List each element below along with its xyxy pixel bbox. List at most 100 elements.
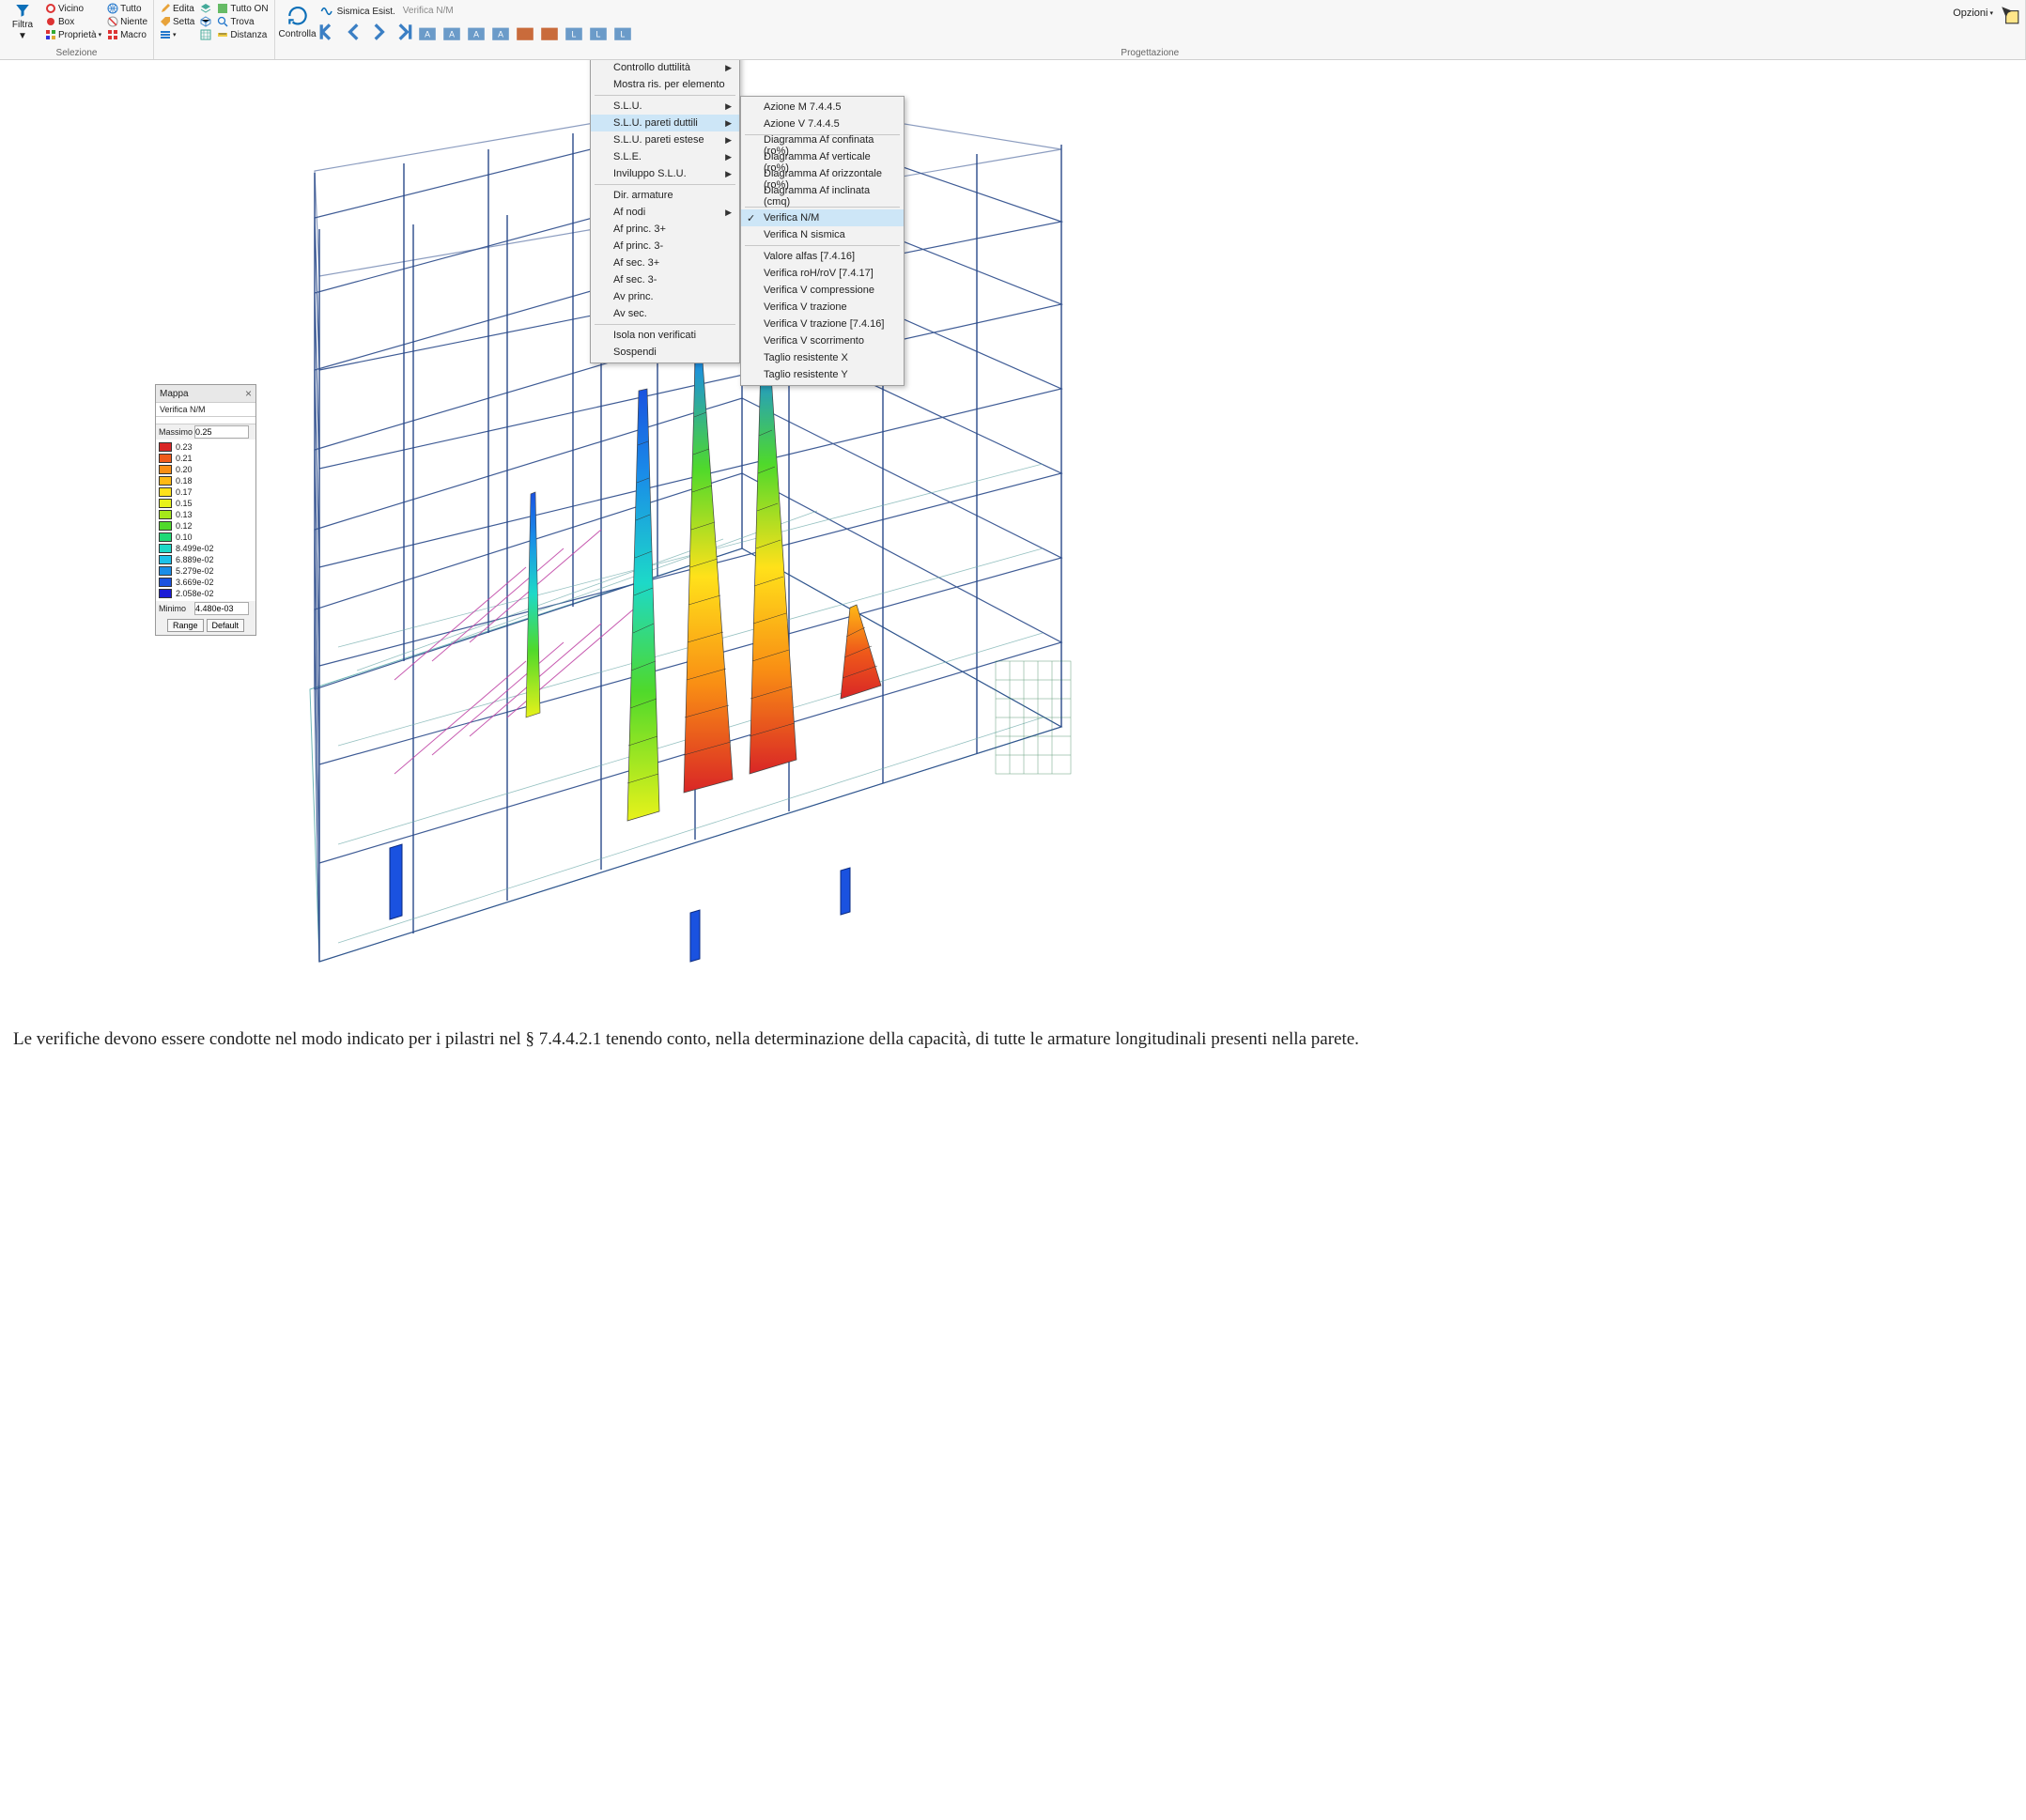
setta-button[interactable]: Setta — [158, 15, 196, 28]
nav-first-button[interactable] — [318, 21, 341, 43]
legend-value: 0.17 — [176, 487, 193, 497]
ribbon-group-selezione: Filtra ▼ Vicino Box Proprietà▾ — [0, 0, 154, 59]
refresh-check-icon — [286, 4, 310, 28]
nav-last-button[interactable] — [392, 21, 414, 43]
trova-button[interactable]: Trova — [215, 15, 270, 28]
group-label-selezione: Selezione — [4, 47, 149, 59]
legend-max-input[interactable] — [194, 425, 249, 439]
submenu-taglio-y[interactable]: Taglio resistente Y — [741, 366, 904, 383]
tutto-button[interactable]: Tutto — [105, 2, 149, 15]
menu-af-sec-3m[interactable]: Af sec. 3- — [591, 271, 739, 288]
submenu-valore-alfas[interactable]: Valore alfas [7.4.16] — [741, 248, 904, 265]
submenu-verifica-v-traz7[interactable]: Verifica V trazione [7.4.16] — [741, 316, 904, 332]
legend-default-button[interactable]: Default — [207, 619, 245, 632]
submenu-taglio-x[interactable]: Taglio resistente X — [741, 349, 904, 366]
legend-min-input[interactable] — [194, 602, 249, 615]
pencil-icon — [160, 3, 171, 14]
sismica-esist-button[interactable]: Sismica Esist. — [318, 2, 397, 21]
context-submenu-pareti-duttili: Azione M 7.4.4.5 Azione V 7.4.4.5 Diagra… — [740, 96, 905, 386]
nav-prev-button[interactable] — [343, 21, 365, 43]
verify-current-label: Verifica N/M — [397, 6, 459, 16]
submenu-azione-m[interactable]: Azione M 7.4.4.5 — [741, 99, 904, 116]
niente-button[interactable]: Niente — [105, 15, 149, 28]
submenu-verifica-v-scor[interactable]: Verifica V scorrimento — [741, 332, 904, 349]
submenu-verifica-v-traz[interactable]: Verifica V trazione — [741, 299, 904, 316]
menu-af-sec-3p[interactable]: Af sec. 3+ — [591, 254, 739, 271]
arrow-select-button[interactable] — [1999, 4, 2021, 26]
menu-slu-pareti-estese[interactable]: S.L.U. pareti estese▶ — [591, 131, 739, 148]
legend-value: 0.20 — [176, 465, 193, 474]
legend-value: 0.21 — [176, 454, 193, 463]
globe-icon — [107, 3, 118, 14]
menu-sle[interactable]: S.L.E.▶ — [591, 148, 739, 165]
submenu-verifica-nm[interactable]: Verifica N/M — [741, 209, 904, 226]
model-viewport[interactable]: Mappa × Verifica N/M Massimo 0.23 0.21 0.2… — [0, 60, 2026, 1018]
legend-close-button[interactable]: × — [245, 387, 252, 400]
building-l1-button[interactable]: L — [563, 21, 585, 43]
cube-button[interactable] — [198, 15, 213, 28]
svg-text:L: L — [571, 30, 576, 39]
legend-scale-item: 3.669e-02 — [159, 577, 253, 588]
search-icon — [217, 16, 228, 27]
filtra-button[interactable]: Filtra ▼ — [4, 2, 41, 41]
menu-af-princ-3m[interactable]: Af princ. 3- — [591, 238, 739, 254]
menu-slu-pareti-duttili[interactable]: S.L.U. pareti duttili▶ — [591, 115, 739, 131]
menu-dir-armature[interactable]: Dir. armature — [591, 187, 739, 204]
controlla-button[interactable]: Controlla — [279, 2, 317, 41]
legend-scale-item: 0.17 — [159, 486, 253, 498]
building-brick2-button[interactable] — [538, 21, 561, 43]
legend-value: 0.23 — [176, 442, 193, 452]
menu-inviluppo[interactable]: Inviluppo S.L.U.▶ — [591, 165, 739, 182]
menu-isola[interactable]: Isola non verificati — [591, 327, 739, 344]
svg-text:L: L — [595, 30, 600, 39]
building-brick-button[interactable] — [514, 21, 536, 43]
legend-scale-item: 0.10 — [159, 532, 253, 543]
vicino-button[interactable]: Vicino — [43, 2, 103, 15]
legend-title: Mappa — [160, 389, 189, 399]
legend-scale-item: 6.889e-02 — [159, 554, 253, 565]
menu-av-princ[interactable]: Av princ. — [591, 288, 739, 305]
macro-button[interactable]: Macro — [105, 28, 149, 41]
building-a2-button[interactable]: A — [441, 21, 463, 43]
building-a1-button[interactable]: A — [416, 21, 439, 43]
legend-scale-item: 0.12 — [159, 520, 253, 532]
building-a4-button[interactable]: A — [489, 21, 512, 43]
nav-next-button[interactable] — [367, 21, 390, 43]
submenu-verifica-v-comp[interactable]: Verifica V compressione — [741, 282, 904, 299]
legend-value: 8.499e-02 — [176, 544, 214, 553]
opzioni-button[interactable]: Opzioni▾ — [1949, 6, 1997, 21]
mesh-button[interactable] — [198, 28, 213, 41]
legend-max-label: Massimo — [159, 427, 193, 437]
legend-swatch — [159, 442, 172, 452]
building-l3-button[interactable]: L — [611, 21, 634, 43]
submenu-verifica-n-sismica[interactable]: Verifica N sismica — [741, 226, 904, 243]
submenu-diag-af-incl[interactable]: Diagramma Af inclinata (cmq) — [741, 188, 904, 205]
menu-controllo-duttilita[interactable]: Controllo duttilità▶ — [591, 60, 739, 76]
tutto-on-button[interactable]: Tutto ON — [215, 2, 270, 15]
proprieta-button[interactable]: Proprietà▾ — [43, 28, 103, 41]
legend-swatch — [159, 487, 172, 497]
building-l2-button[interactable]: L — [587, 21, 610, 43]
globe-off-icon — [107, 16, 118, 27]
distanza-button[interactable]: Distanza — [215, 28, 270, 41]
submenu-verifica-rohrov[interactable]: Verifica roH/roV [7.4.17] — [741, 265, 904, 282]
blank-button[interactable]: ▾ — [158, 28, 196, 41]
submenu-azione-v[interactable]: Azione V 7.4.4.5 — [741, 116, 904, 132]
legend-swatch — [159, 589, 172, 598]
menu-mostra-ris[interactable]: Mostra ris. per elemento — [591, 76, 739, 93]
red-circle-icon — [45, 16, 56, 27]
funnel-icon — [10, 2, 35, 19]
menu-sospendi[interactable]: Sospendi — [591, 344, 739, 361]
menu-slu[interactable]: S.L.U.▶ — [591, 98, 739, 115]
layers-button[interactable] — [198, 2, 213, 15]
box-button[interactable]: Box — [43, 15, 103, 28]
menu-af-nodi[interactable]: Af nodi▶ — [591, 204, 739, 221]
menu-av-sec[interactable]: Av sec. — [591, 305, 739, 322]
legend-swatch — [159, 555, 172, 564]
document-paragraph: Le verifiche devono essere condotte nel … — [0, 1018, 2026, 1071]
edita-button[interactable]: Edita — [158, 2, 196, 15]
legend-swatch — [159, 465, 172, 474]
building-a3-button[interactable]: A — [465, 21, 487, 43]
menu-af-princ-3p[interactable]: Af princ. 3+ — [591, 221, 739, 238]
legend-range-button[interactable]: Range — [167, 619, 204, 632]
